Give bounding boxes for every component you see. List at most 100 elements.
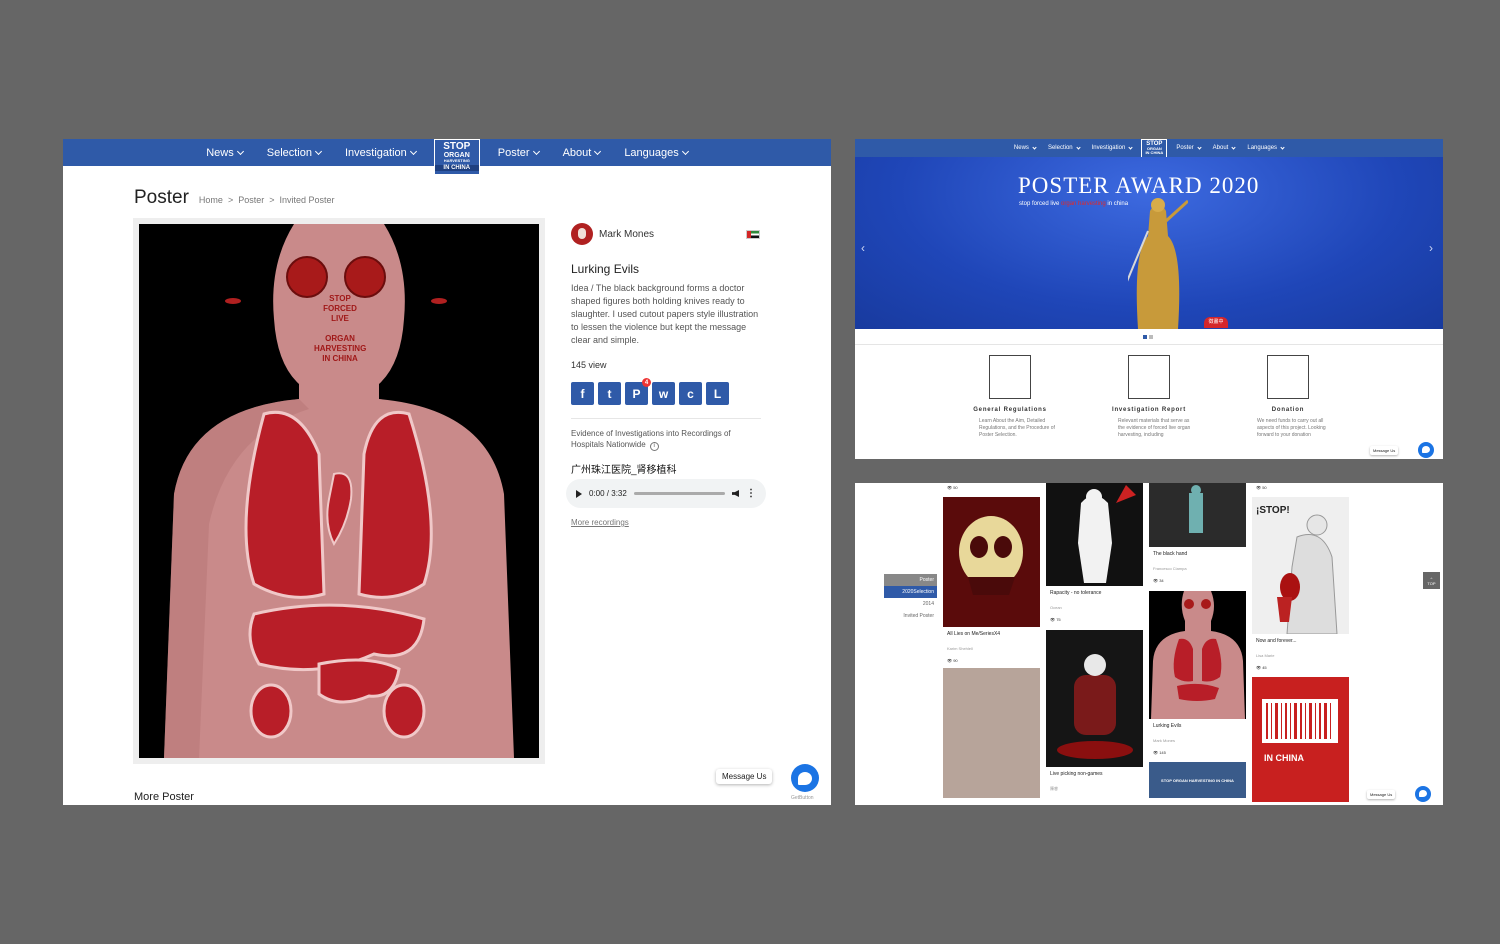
nav-languages-label: Languages bbox=[1247, 145, 1278, 151]
artist-info[interactable]: Mark Mones bbox=[571, 223, 654, 245]
skull-poster-art bbox=[959, 516, 1023, 595]
poster-thumbnail[interactable]: STOP ORGAN HARVESTING IN CHINA bbox=[1149, 762, 1246, 798]
hero-badge[interactable]: 徵畫中 bbox=[1204, 317, 1228, 328]
poster-thumbnail[interactable]: ¡STOP! bbox=[1252, 497, 1349, 634]
share-buttons: f t P4 w c L bbox=[571, 378, 729, 405]
poster-title[interactable]: Lurking Evils bbox=[1149, 723, 1248, 729]
share-line-button[interactable]: L bbox=[706, 382, 729, 405]
share-whatsapp-button[interactable]: w bbox=[652, 382, 675, 405]
nav-languages[interactable]: Languages bbox=[1247, 144, 1285, 151]
logo-line4: IN CHINA bbox=[434, 165, 479, 171]
poster-title[interactable]: The black hand bbox=[1149, 551, 1248, 557]
poster-title[interactable]: Rapacity - no tolerance bbox=[1046, 590, 1145, 596]
getbutton-credit[interactable]: GetButton bbox=[791, 795, 814, 801]
poster-author: Lisa Marie bbox=[1256, 653, 1275, 658]
in-china-text: IN CHINA bbox=[1264, 753, 1304, 763]
nav-news-label: News bbox=[1013, 145, 1029, 151]
nav-news[interactable]: News bbox=[206, 147, 244, 159]
nav-selection[interactable]: Selection bbox=[1048, 144, 1081, 151]
messenger-button[interactable] bbox=[791, 764, 819, 792]
play-icon[interactable] bbox=[576, 489, 582, 498]
avatar bbox=[571, 223, 593, 245]
poster-thumbnail[interactable] bbox=[1046, 630, 1143, 767]
audio-seek-bar[interactable] bbox=[633, 492, 725, 495]
share-wechat-button[interactable]: c bbox=[679, 382, 702, 405]
side-menu-item[interactable]: Invited Poster bbox=[884, 610, 937, 622]
poster-image[interactable]: STOP FORCED LIVE ORGAN HARVESTING IN CHI… bbox=[139, 224, 539, 758]
doctor-heart-art bbox=[1277, 514, 1338, 634]
chevron-down-icon bbox=[1197, 144, 1202, 150]
nav-selection[interactable]: Selection bbox=[267, 147, 323, 159]
chevron-down-icon bbox=[1032, 144, 1037, 150]
breadcrumb-poster[interactable]: Poster bbox=[238, 195, 264, 205]
view-count: 👁 45 bbox=[1256, 665, 1267, 670]
poster-author: Karim Shehlell bbox=[947, 646, 973, 651]
share-count-badge: 4 bbox=[642, 378, 651, 387]
back-to-top-button[interactable]: ^ TOP bbox=[1423, 572, 1440, 589]
poster-thumbnail[interactable] bbox=[943, 668, 1040, 798]
poster-title[interactable]: Now and forever... bbox=[1252, 638, 1351, 644]
nav-languages[interactable]: Languages bbox=[624, 146, 689, 159]
feature-donation[interactable]: Donation We need funds to carry out all … bbox=[1243, 355, 1333, 439]
feature-desc: We need funds to carry out all aspects o… bbox=[1257, 418, 1326, 438]
nav-news[interactable]: News bbox=[1013, 144, 1037, 151]
poster-title[interactable]: All Lies on Me/SeriesX4 bbox=[943, 631, 1042, 637]
poster-thumbnail[interactable] bbox=[943, 497, 1040, 627]
poster-thumbnail[interactable] bbox=[1046, 483, 1143, 586]
share-pinterest-button[interactable]: P4 bbox=[625, 378, 651, 405]
view-count: 👁 50 bbox=[947, 485, 958, 490]
feature-investigation-report[interactable]: Investigation Report Relevant materials … bbox=[1104, 355, 1194, 439]
message-us-label[interactable]: Message Us bbox=[1367, 790, 1396, 799]
side-menu-item[interactable]: 2014 bbox=[884, 598, 937, 610]
breadcrumb: Home > Poster > Invited Poster bbox=[199, 195, 335, 205]
evidence-text: Evidence of Investigations into Recordin… bbox=[571, 428, 761, 451]
chevron-down-icon bbox=[1076, 144, 1081, 150]
slider-dot[interactable] bbox=[1149, 335, 1153, 339]
poster-title[interactable]: Live picking non-games bbox=[1046, 771, 1145, 777]
nav-about[interactable]: About bbox=[1213, 144, 1236, 151]
more-recordings-link[interactable]: More recordings bbox=[571, 518, 629, 527]
breadcrumb-home[interactable]: Home bbox=[199, 195, 223, 205]
artist-name: Mark Mones bbox=[599, 228, 655, 240]
hero-slider[interactable]: POSTER AWARD 2020 stop forced live organ… bbox=[855, 157, 1443, 329]
poster-thumbnail[interactable]: IN CHINA bbox=[1252, 677, 1349, 802]
side-menu-item[interactable]: Poster bbox=[884, 574, 937, 586]
poster-description: Idea / The black background forms a doct… bbox=[571, 283, 759, 345]
messenger-icon[interactable] bbox=[1418, 442, 1434, 458]
share-facebook-button[interactable]: f bbox=[571, 382, 594, 405]
side-menu-item[interactable]: 2020Selection bbox=[884, 586, 937, 598]
slider-dot-active[interactable] bbox=[1143, 335, 1147, 339]
nav-about[interactable]: About bbox=[563, 147, 602, 159]
message-us-label[interactable]: Message Us bbox=[1370, 446, 1399, 455]
chevron-down-icon bbox=[1128, 144, 1133, 150]
nav-poster[interactable]: Poster bbox=[498, 147, 540, 159]
more-options-icon[interactable]: ⋮ bbox=[746, 488, 756, 499]
main-nav: News Selection Investigation STOP ORGAN … bbox=[63, 139, 831, 175]
audio-player: 0:00 / 3:32 ⋮ bbox=[566, 479, 766, 508]
poster-thumbnail[interactable] bbox=[1149, 483, 1246, 547]
messenger-icon[interactable] bbox=[1415, 786, 1431, 802]
chevron-left-icon[interactable]: ‹ bbox=[861, 241, 865, 255]
nav-poster[interactable]: Poster bbox=[1176, 144, 1202, 151]
barcode-art bbox=[1262, 699, 1338, 743]
site-logo[interactable]: STOP ORGAN HARVESTING IN CHINA bbox=[433, 139, 480, 175]
hero-title: POSTER AWARD 2020 bbox=[1018, 173, 1260, 198]
map-icon bbox=[989, 355, 1031, 399]
share-twitter-button[interactable]: t bbox=[598, 382, 621, 405]
chevron-right-icon[interactable]: › bbox=[1429, 241, 1433, 255]
message-us-label[interactable]: Message Us bbox=[716, 769, 773, 784]
nav-investigation[interactable]: Investigation bbox=[1092, 144, 1133, 151]
stop-poster-text: ¡STOP! bbox=[1256, 505, 1290, 516]
nav-languages-label: Languages bbox=[624, 146, 679, 159]
feature-general-regulations[interactable]: General Regulations Learn About the Aim,… bbox=[965, 355, 1055, 439]
facebook-icon: f bbox=[580, 386, 585, 401]
info-icon[interactable]: i bbox=[649, 442, 659, 451]
nav-investigation[interactable]: Investigation bbox=[345, 147, 417, 159]
view-count: 👁 145 bbox=[1153, 750, 1166, 755]
volume-icon[interactable] bbox=[732, 490, 739, 497]
feature-name: Donation bbox=[1271, 407, 1305, 413]
view-number: 50 bbox=[1262, 485, 1267, 490]
poster-thumbnail[interactable] bbox=[1149, 591, 1246, 719]
poster-column: The black hand Francesco Ciampa 👁 34 Lur… bbox=[1149, 483, 1248, 798]
view-count: 👁 75 bbox=[1050, 617, 1061, 622]
